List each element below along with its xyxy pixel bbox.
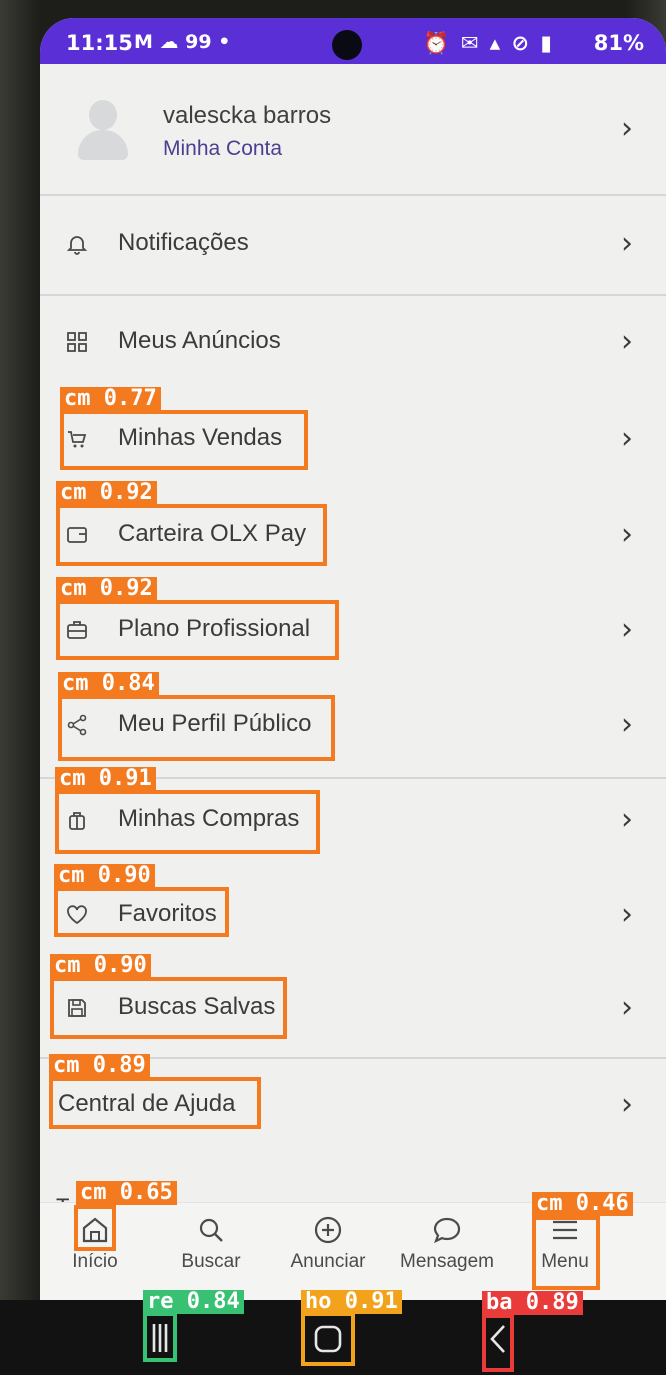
detection-box xyxy=(58,695,335,761)
nav-label: Mensagem xyxy=(400,1251,494,1272)
status-signal-icons: ⏰ ✉ ▴ ⊘ ▮ xyxy=(423,31,554,55)
detection-label: ho 0.91 xyxy=(301,1290,402,1314)
detection-box xyxy=(56,504,327,566)
detection-box xyxy=(532,1216,600,1290)
menu-item-meus-anuncios[interactable]: Meus Anúncios › xyxy=(40,307,666,377)
status-left-icons: M ☁ 99 • xyxy=(134,31,231,53)
detection-box xyxy=(74,1205,116,1251)
status-time: 11:15 xyxy=(66,31,133,55)
chevron-right-icon: › xyxy=(621,111,633,146)
detection-label: cm 0.90 xyxy=(54,864,155,888)
profile-row[interactable]: valescka barros Minha Conta › xyxy=(40,64,666,194)
profile-name: valescka barros xyxy=(163,102,332,129)
detection-label: cm 0.90 xyxy=(50,954,151,978)
detection-label: cm 0.84 xyxy=(58,672,159,696)
chevron-right-icon: › xyxy=(621,612,633,647)
detection-box xyxy=(50,977,287,1039)
chevron-right-icon: › xyxy=(621,226,633,261)
detection-box xyxy=(143,1312,177,1362)
nav-buscar[interactable]: Buscar xyxy=(156,1213,266,1293)
menu-item-label: Notificações xyxy=(118,229,249,256)
chevron-right-icon: › xyxy=(621,324,633,359)
chevron-right-icon: › xyxy=(621,897,633,932)
detection-label: cm 0.65 xyxy=(76,1181,177,1205)
detection-box xyxy=(482,1314,514,1372)
camera-cutout xyxy=(332,30,362,60)
nav-label: Buscar xyxy=(181,1251,241,1272)
detection-box xyxy=(301,1312,355,1366)
detection-label: cm 0.46 xyxy=(532,1192,633,1216)
chevron-right-icon: › xyxy=(621,707,633,742)
detection-label: cm 0.91 xyxy=(55,767,156,791)
detection-label: cm 0.89 xyxy=(49,1054,150,1078)
detection-box xyxy=(49,1077,261,1129)
nav-label: Início xyxy=(72,1251,118,1272)
menu-item-notificacoes[interactable]: Notificações › xyxy=(40,209,666,279)
chevron-right-icon: › xyxy=(621,990,633,1025)
detection-label: cm 0.77 xyxy=(60,387,161,411)
detection-label: ba 0.89 xyxy=(482,1291,583,1315)
chevron-right-icon: › xyxy=(621,802,633,837)
detection-box xyxy=(54,887,229,937)
bell-icon xyxy=(66,233,88,255)
divider xyxy=(40,294,666,296)
nav-mensagem[interactable]: Mensagem xyxy=(392,1213,502,1293)
nav-label: Anunciar xyxy=(290,1251,366,1272)
detection-label: cm 0.92 xyxy=(56,481,157,505)
chevron-right-icon: › xyxy=(621,1087,633,1122)
chat-icon xyxy=(433,1217,461,1244)
nav-anunciar[interactable]: Anunciar xyxy=(273,1213,383,1293)
battery-level: 81% xyxy=(593,31,644,55)
menu-item-label: Meus Anúncios xyxy=(118,327,281,354)
detection-label: re 0.84 xyxy=(143,1290,244,1314)
detection-box xyxy=(56,600,339,660)
search-icon xyxy=(199,1218,223,1242)
chevron-right-icon: › xyxy=(621,517,633,552)
chevron-right-icon: › xyxy=(621,421,633,456)
divider xyxy=(40,194,666,196)
avatar xyxy=(78,100,128,160)
detection-box xyxy=(55,790,320,854)
detection-label: cm 0.92 xyxy=(56,577,157,601)
detection-box xyxy=(60,410,308,470)
grid-icon xyxy=(66,331,88,353)
plus-circle-icon xyxy=(314,1216,342,1244)
profile-account-link[interactable]: Minha Conta xyxy=(163,137,282,161)
status-bar: 11:15 M ☁ 99 • ⏰ ✉ ▴ ⊘ ▮ 81% xyxy=(40,18,666,64)
